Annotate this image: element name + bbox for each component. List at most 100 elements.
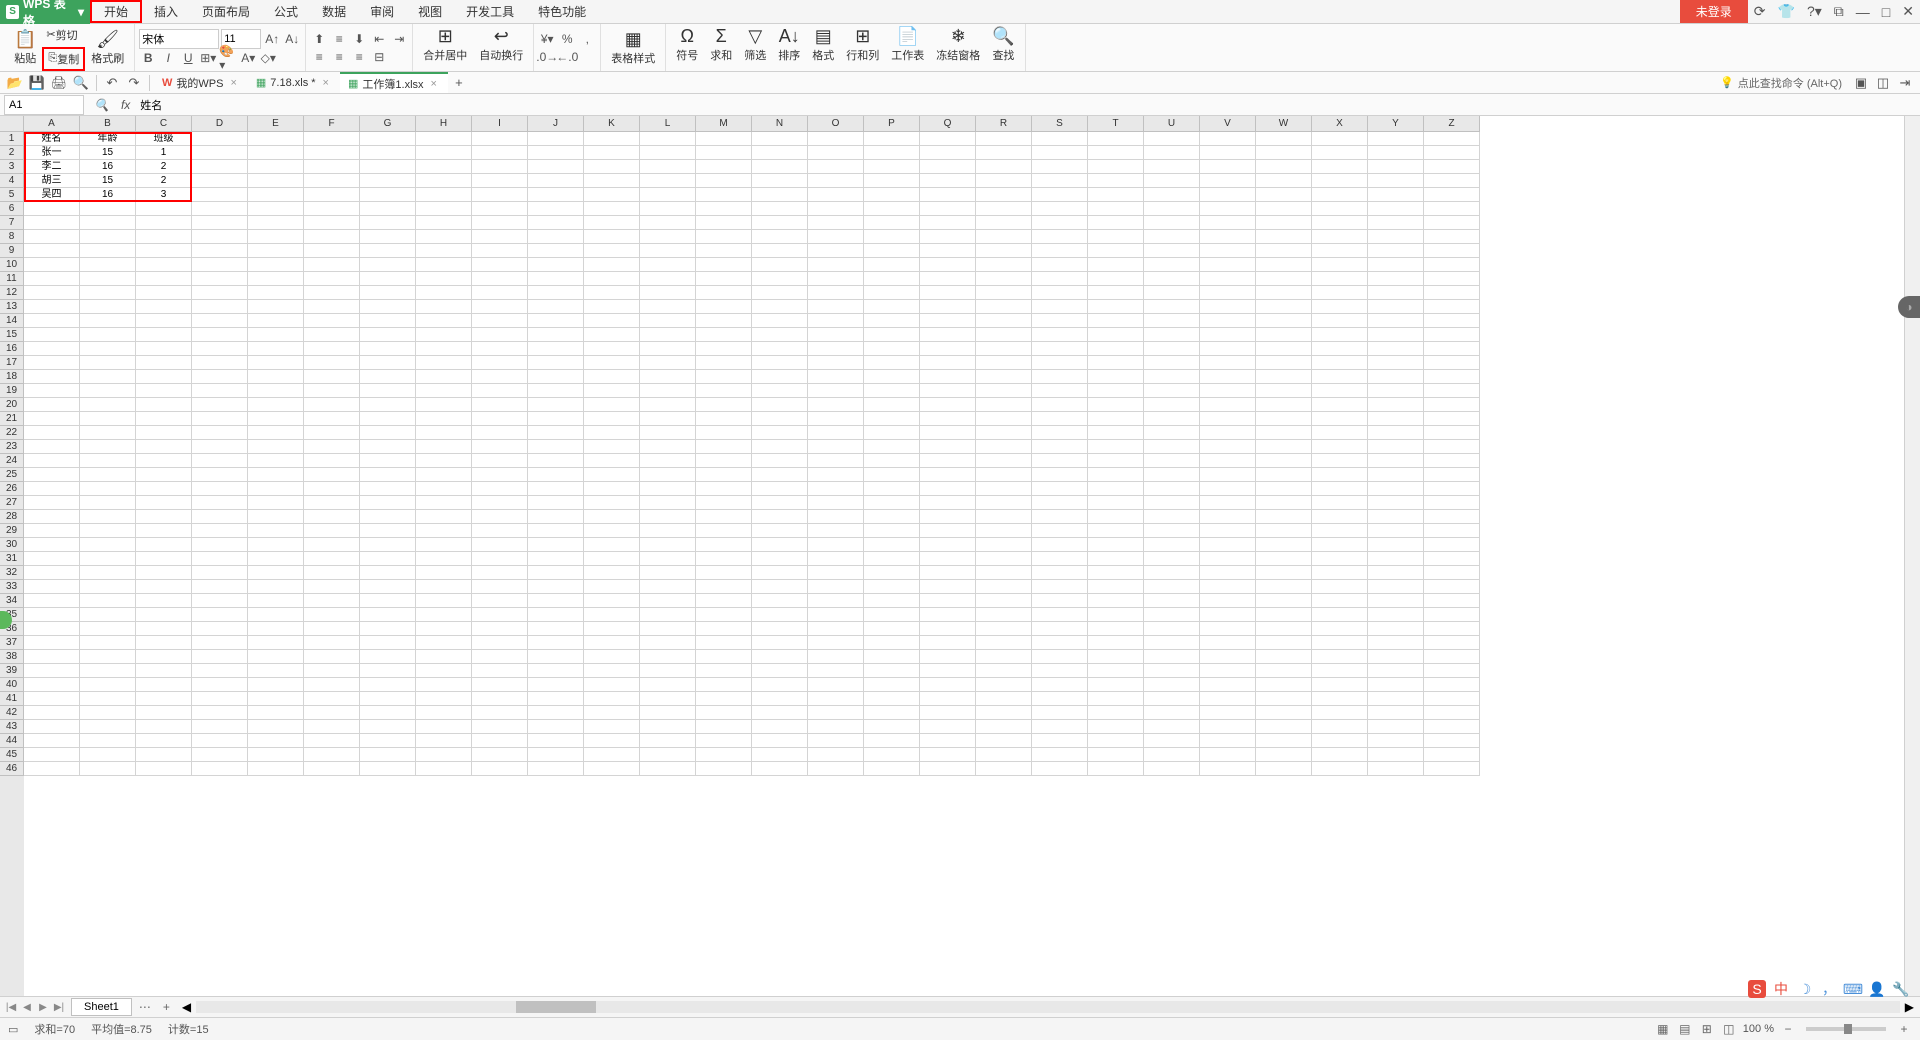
cell-V29[interactable] <box>1200 524 1256 538</box>
cell-K43[interactable] <box>584 720 640 734</box>
qa-icon-3[interactable]: ⇥ <box>1896 74 1914 92</box>
tray-user-icon[interactable]: 👤 <box>1868 980 1886 998</box>
worksheet-button[interactable]: 📄工作表 <box>885 24 930 71</box>
cell-P3[interactable] <box>864 160 920 174</box>
cell-H4[interactable] <box>416 174 472 188</box>
cell-T40[interactable] <box>1088 678 1144 692</box>
cell-M46[interactable] <box>696 762 752 776</box>
cell-U36[interactable] <box>1144 622 1200 636</box>
cell-A30[interactable] <box>24 538 80 552</box>
cell-F34[interactable] <box>304 594 360 608</box>
cell-D46[interactable] <box>192 762 248 776</box>
cell-X9[interactable] <box>1312 244 1368 258</box>
cell-A29[interactable] <box>24 524 80 538</box>
cell-Y15[interactable] <box>1368 328 1424 342</box>
cell-L45[interactable] <box>640 748 696 762</box>
cell-H25[interactable] <box>416 468 472 482</box>
cell-U30[interactable] <box>1144 538 1200 552</box>
formula-input[interactable] <box>136 95 1920 115</box>
cell-T24[interactable] <box>1088 454 1144 468</box>
cell-N6[interactable] <box>752 202 808 216</box>
cell-U40[interactable] <box>1144 678 1200 692</box>
cell-Z10[interactable] <box>1424 258 1480 272</box>
cell-Y39[interactable] <box>1368 664 1424 678</box>
cell-O4[interactable] <box>808 174 864 188</box>
row-header-25[interactable]: 25 <box>0 468 24 482</box>
cell-K37[interactable] <box>584 636 640 650</box>
cell-U25[interactable] <box>1144 468 1200 482</box>
cell-S41[interactable] <box>1032 692 1088 706</box>
cell-M3[interactable] <box>696 160 752 174</box>
cell-Q29[interactable] <box>920 524 976 538</box>
cell-S4[interactable] <box>1032 174 1088 188</box>
cell-H39[interactable] <box>416 664 472 678</box>
cell-A2[interactable]: 张一 <box>24 146 80 160</box>
cell-A32[interactable] <box>24 566 80 580</box>
cell-W15[interactable] <box>1256 328 1312 342</box>
col-header-O[interactable]: O <box>808 116 864 132</box>
cell-X22[interactable] <box>1312 426 1368 440</box>
cell-I10[interactable] <box>472 258 528 272</box>
help-icon[interactable]: ?▾ <box>1801 3 1828 20</box>
cell-H24[interactable] <box>416 454 472 468</box>
cell-P2[interactable] <box>864 146 920 160</box>
row-header-39[interactable]: 39 <box>0 664 24 678</box>
cell-E11[interactable] <box>248 272 304 286</box>
cell-O40[interactable] <box>808 678 864 692</box>
cell-M27[interactable] <box>696 496 752 510</box>
cell-C2[interactable]: 1 <box>136 146 192 160</box>
cell-P20[interactable] <box>864 398 920 412</box>
cell-J42[interactable] <box>528 706 584 720</box>
cell-S22[interactable] <box>1032 426 1088 440</box>
cell-E42[interactable] <box>248 706 304 720</box>
cell-D41[interactable] <box>192 692 248 706</box>
cell-D5[interactable] <box>192 188 248 202</box>
cell-N3[interactable] <box>752 160 808 174</box>
cell-C1[interactable]: 班级 <box>136 132 192 146</box>
cell-O37[interactable] <box>808 636 864 650</box>
cell-V2[interactable] <box>1200 146 1256 160</box>
cell-V16[interactable] <box>1200 342 1256 356</box>
cell-A7[interactable] <box>24 216 80 230</box>
cell-L15[interactable] <box>640 328 696 342</box>
cell-R26[interactable] <box>976 482 1032 496</box>
cell-T28[interactable] <box>1088 510 1144 524</box>
cell-K38[interactable] <box>584 650 640 664</box>
add-sheet-icon[interactable]: + <box>157 1000 176 1014</box>
cell-R45[interactable] <box>976 748 1032 762</box>
cell-H3[interactable] <box>416 160 472 174</box>
cell-T30[interactable] <box>1088 538 1144 552</box>
zoom-slider[interactable] <box>1806 1027 1886 1031</box>
cell-L10[interactable] <box>640 258 696 272</box>
cell-O35[interactable] <box>808 608 864 622</box>
cell-D33[interactable] <box>192 580 248 594</box>
cell-U24[interactable] <box>1144 454 1200 468</box>
cell-B2[interactable]: 15 <box>80 146 136 160</box>
cell-R31[interactable] <box>976 552 1032 566</box>
cell-C20[interactable] <box>136 398 192 412</box>
cell-D16[interactable] <box>192 342 248 356</box>
cell-M23[interactable] <box>696 440 752 454</box>
cell-S2[interactable] <box>1032 146 1088 160</box>
cell-W22[interactable] <box>1256 426 1312 440</box>
cell-J41[interactable] <box>528 692 584 706</box>
cell-W32[interactable] <box>1256 566 1312 580</box>
doc-tab-1[interactable]: ▦ 7.18.xls * × <box>248 72 340 93</box>
row-col-button[interactable]: ⊞行和列 <box>840 24 885 71</box>
cell-Y38[interactable] <box>1368 650 1424 664</box>
side-panel-toggle[interactable]: ◑ <box>1898 296 1920 318</box>
cell-F9[interactable] <box>304 244 360 258</box>
cell-N11[interactable] <box>752 272 808 286</box>
cell-B31[interactable] <box>80 552 136 566</box>
cell-P37[interactable] <box>864 636 920 650</box>
cell-L29[interactable] <box>640 524 696 538</box>
cell-Y3[interactable] <box>1368 160 1424 174</box>
cell-B28[interactable] <box>80 510 136 524</box>
cell-H38[interactable] <box>416 650 472 664</box>
cell-L5[interactable] <box>640 188 696 202</box>
cells-area[interactable]: 姓名年龄班级张一151李二162胡三152吴四163 <box>24 132 1480 996</box>
cell-I40[interactable] <box>472 678 528 692</box>
cell-M43[interactable] <box>696 720 752 734</box>
cell-X32[interactable] <box>1312 566 1368 580</box>
cell-W11[interactable] <box>1256 272 1312 286</box>
